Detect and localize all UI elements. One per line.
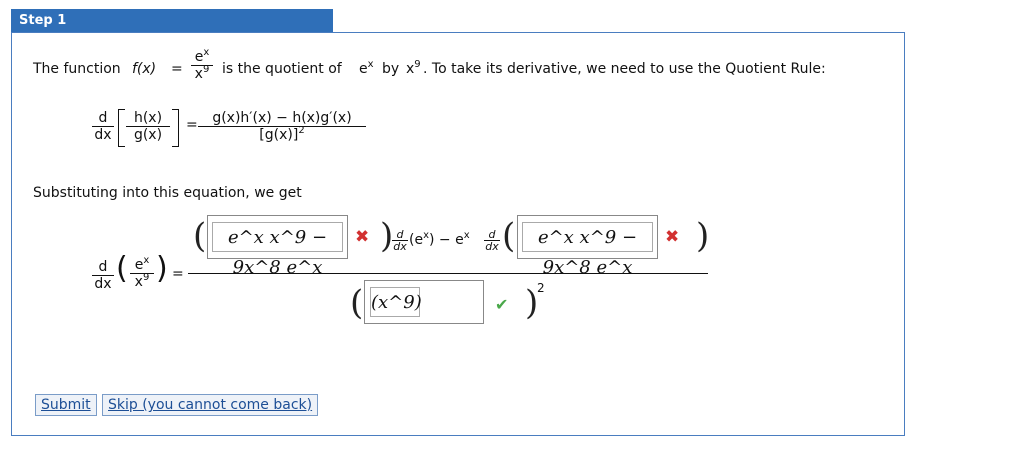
rule-right-bracket bbox=[172, 109, 179, 147]
answer-box-3[interactable]: (x^9) bbox=[364, 280, 484, 324]
step-panel: The function f(x) = ex x9 is the quotien… bbox=[11, 32, 905, 436]
num-open-paren-2: ( bbox=[502, 216, 516, 256]
num-d-dx-2: d dx bbox=[484, 229, 500, 253]
rule-h-over-g: h(x) g(x) bbox=[126, 111, 170, 143]
intro-x: x9 bbox=[406, 59, 421, 78]
intro-fraction: ex x9 bbox=[191, 47, 213, 82]
intro-e: ex bbox=[359, 59, 374, 78]
lhs-den-sup: 9 bbox=[142, 272, 150, 283]
intro-fx: f(x) bbox=[132, 61, 157, 77]
num-dx-2: dx bbox=[485, 240, 499, 253]
lhs-den: x bbox=[134, 274, 143, 290]
step-header: Step 1 bbox=[11, 9, 333, 32]
lhs-eq: = bbox=[172, 266, 184, 282]
den-exponent: 2 bbox=[537, 281, 545, 295]
num-d-dx-1: d dx bbox=[392, 229, 408, 253]
rule-numerator: g(x)h′(x) − h(x)g′(x) bbox=[198, 111, 366, 127]
rule-dx: dx bbox=[94, 127, 112, 143]
rule-den-sup: 2 bbox=[298, 125, 305, 136]
num-close-paren-2: ) bbox=[696, 216, 710, 256]
num-dx-1: dx bbox=[393, 240, 407, 253]
rule-eq: = bbox=[186, 117, 198, 133]
lhs-left-paren: ( bbox=[116, 251, 128, 286]
lhs-num-sup: x bbox=[143, 255, 150, 266]
lhs-dx: dx bbox=[94, 276, 112, 292]
den-open-paren: ( bbox=[350, 283, 364, 323]
lhs-fraction: ex x9 bbox=[130, 255, 154, 290]
rule-left-bracket bbox=[118, 109, 125, 147]
rule-hx: h(x) bbox=[126, 111, 170, 127]
intro-frac-den-sup: 9 bbox=[202, 64, 210, 75]
substituting-text: Substituting into this equation, we get bbox=[33, 185, 302, 201]
submit-button[interactable]: Submit bbox=[35, 394, 97, 416]
answer-input-3[interactable]: (x^9) bbox=[370, 287, 422, 317]
rule-denominator: [g(x)] bbox=[259, 127, 299, 143]
wrong-icon: ✖ bbox=[355, 227, 370, 247]
rule-gx: g(x) bbox=[133, 127, 163, 143]
answer-box-2[interactable]: e^x x^9 − 9x^8 e^x bbox=[517, 215, 658, 278]
step-title: Step 1 bbox=[19, 13, 67, 28]
intro-mid: is the quotient of bbox=[222, 61, 342, 77]
rule-rhs: g(x)h′(x) − h(x)g′(x) [g(x)]2 bbox=[198, 111, 366, 143]
lhs-d-dx: d dx bbox=[92, 260, 114, 292]
intro-suffix: . To take its derivative, we need to use… bbox=[423, 61, 826, 77]
answer-box-1[interactable]: e^x x^9 − 9x^8 e^x bbox=[207, 215, 348, 278]
intro-eq: = bbox=[171, 61, 183, 77]
intro-by: by bbox=[382, 61, 400, 77]
intro-frac-den: x bbox=[194, 66, 203, 82]
num-open-paren: ( bbox=[193, 216, 207, 256]
intro-frac-num-sup: x bbox=[203, 47, 210, 58]
rule-d-dx: d dx bbox=[92, 111, 114, 143]
num-middle: (ex) − ex bbox=[409, 230, 470, 249]
wrong-icon: ✖ bbox=[665, 227, 680, 247]
intro-prefix: The function bbox=[33, 61, 121, 77]
rule-d: d bbox=[92, 111, 114, 127]
answer-input-1[interactable]: e^x x^9 − 9x^8 e^x bbox=[212, 222, 343, 278]
skip-button[interactable]: Skip (you cannot come back) bbox=[102, 394, 319, 416]
check-icon: ✔ bbox=[495, 295, 509, 314]
lhs-right-paren: ) bbox=[156, 251, 168, 286]
answer-input-2[interactable]: e^x x^9 − 9x^8 e^x bbox=[522, 222, 653, 278]
lhs-d: d bbox=[92, 260, 114, 276]
